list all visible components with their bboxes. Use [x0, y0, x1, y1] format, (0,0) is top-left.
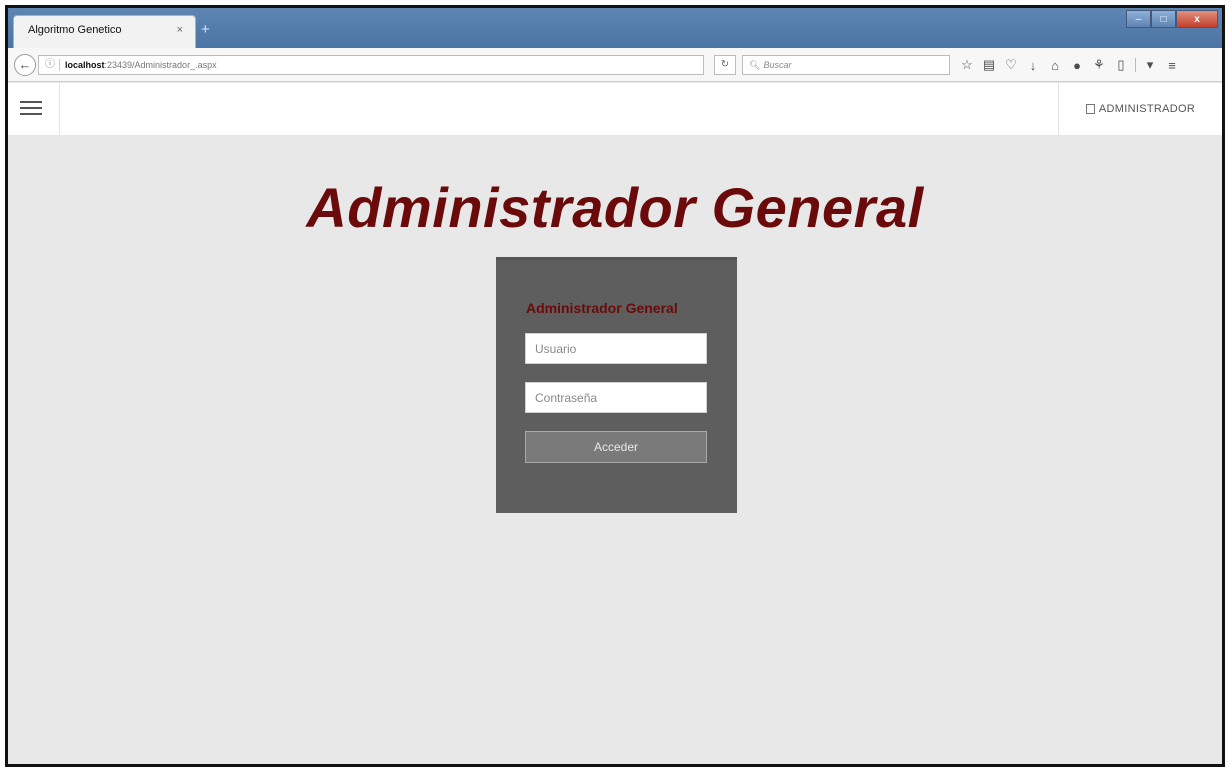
main-content: Administrador General Administrador Gene…: [8, 135, 1222, 764]
page-title: Administrador General: [306, 176, 924, 239]
site-header: ADMINISTRADOR: [8, 83, 1222, 135]
menu-toggle-button[interactable]: [8, 83, 60, 135]
maximize-button[interactable]: □: [1151, 10, 1176, 28]
document-icon: [1085, 104, 1095, 114]
toolbar-icons: ☆ ▤ ♡ ↓ ⌂ ● ⚘ ▯ ▾ ≡: [956, 56, 1183, 74]
hamburger-icon: [20, 101, 42, 119]
info-icon[interactable]: ⓘ: [45, 56, 55, 74]
login-heading: Administrador General: [526, 300, 678, 316]
pocket-icon[interactable]: ♡: [1000, 57, 1022, 73]
bookmark-star-icon[interactable]: ☆: [956, 57, 978, 73]
bookmarks-list-icon[interactable]: ▤: [978, 57, 1000, 73]
tab-close-icon[interactable]: ×: [177, 16, 183, 44]
new-tab-icon[interactable]: +: [201, 21, 210, 38]
admin-label: ADMINISTRADOR: [1098, 103, 1196, 115]
url-divider: [59, 59, 60, 71]
browser-tab[interactable]: Algoritmo Genetico ×: [13, 15, 196, 48]
menu-icon[interactable]: ≡: [1161, 58, 1183, 73]
reload-icon[interactable]: ↻: [714, 55, 736, 75]
download-icon[interactable]: ↓: [1022, 58, 1044, 73]
url-path: :23439/Administrador_.aspx: [104, 60, 217, 70]
navigation-toolbar: ← ⓘ localhost:23439/Administrador_.aspx …: [8, 48, 1222, 82]
admin-link[interactable]: ADMINISTRADOR: [1058, 83, 1222, 135]
login-button[interactable]: Acceder: [525, 431, 707, 463]
tab-title: Algoritmo Genetico: [28, 24, 122, 36]
url-host: localhost: [65, 60, 105, 70]
home-icon[interactable]: ⌂: [1044, 58, 1066, 73]
device-icon[interactable]: ▯: [1110, 57, 1132, 73]
browser-window: Algoritmo Genetico × + – □ x ← ⓘ localho…: [5, 5, 1225, 767]
title-bar: Algoritmo Genetico × + – □ x: [8, 8, 1222, 48]
address-bar[interactable]: ⓘ localhost:23439/Administrador_.aspx: [38, 55, 704, 75]
login-panel: Administrador General Acceder: [496, 257, 737, 513]
search-placeholder: Buscar: [763, 60, 792, 70]
extension-icon[interactable]: ⚘: [1088, 57, 1110, 73]
dropdown-icon[interactable]: ▾: [1139, 57, 1161, 73]
magnifier-icon: 🔍︎: [749, 60, 761, 70]
browser-search-box[interactable]: 🔍︎ Buscar: [742, 55, 950, 75]
toolbar-divider: [1135, 58, 1136, 72]
back-arrow-icon[interactable]: ←: [14, 54, 36, 76]
username-input[interactable]: [525, 333, 707, 364]
password-input[interactable]: [525, 382, 707, 413]
close-window-button[interactable]: x: [1176, 10, 1218, 28]
chat-icon[interactable]: ●: [1066, 58, 1088, 73]
window-controls: – □ x: [1126, 10, 1218, 28]
minimize-button[interactable]: –: [1126, 10, 1151, 28]
url-text: localhost:23439/Administrador_.aspx: [65, 56, 217, 74]
